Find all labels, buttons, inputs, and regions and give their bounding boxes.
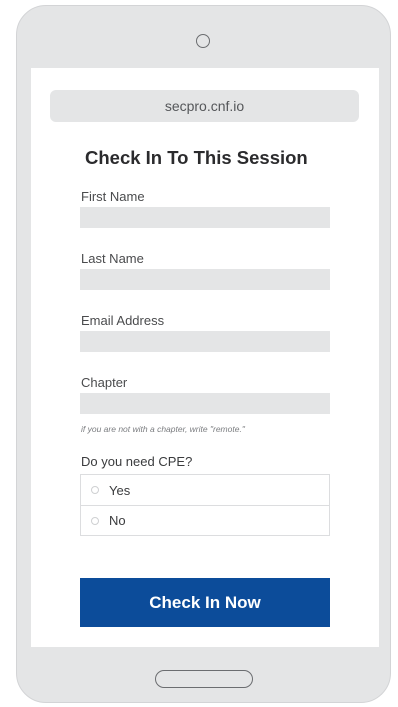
chapter-hint: if you are not with a chapter, write "re… bbox=[81, 424, 245, 434]
first-name-label: First Name bbox=[81, 189, 145, 204]
phone-screen: secpro.cnf.io Check In To This Session F… bbox=[31, 68, 379, 647]
chapter-field[interactable] bbox=[80, 393, 330, 414]
phone-frame: secpro.cnf.io Check In To This Session F… bbox=[16, 5, 391, 703]
last-name-label: Last Name bbox=[81, 251, 144, 266]
first-name-field[interactable] bbox=[80, 207, 330, 228]
cpe-question: Do you need CPE? bbox=[81, 454, 193, 469]
cpe-option-yes[interactable]: Yes bbox=[81, 475, 329, 505]
address-bar[interactable]: secpro.cnf.io bbox=[50, 90, 359, 122]
camera-icon bbox=[196, 34, 210, 48]
email-field[interactable] bbox=[80, 331, 330, 352]
cpe-options: Yes No bbox=[80, 474, 330, 536]
home-button[interactable] bbox=[155, 670, 253, 688]
address-bar-url: secpro.cnf.io bbox=[164, 98, 245, 114]
email-label: Email Address bbox=[81, 313, 165, 328]
page-title: Check In To This Session bbox=[85, 147, 308, 168]
radio-icon[interactable] bbox=[91, 486, 99, 494]
check-in-button[interactable]: Check In Now bbox=[80, 578, 330, 627]
last-name-field[interactable] bbox=[80, 269, 330, 290]
radio-icon[interactable] bbox=[91, 516, 99, 525]
cpe-option-yes-label: Yes bbox=[109, 482, 131, 498]
cpe-option-no-label: No bbox=[109, 513, 126, 528]
cpe-option-no[interactable]: No bbox=[81, 505, 329, 535]
chapter-label: Chapter bbox=[81, 375, 128, 390]
